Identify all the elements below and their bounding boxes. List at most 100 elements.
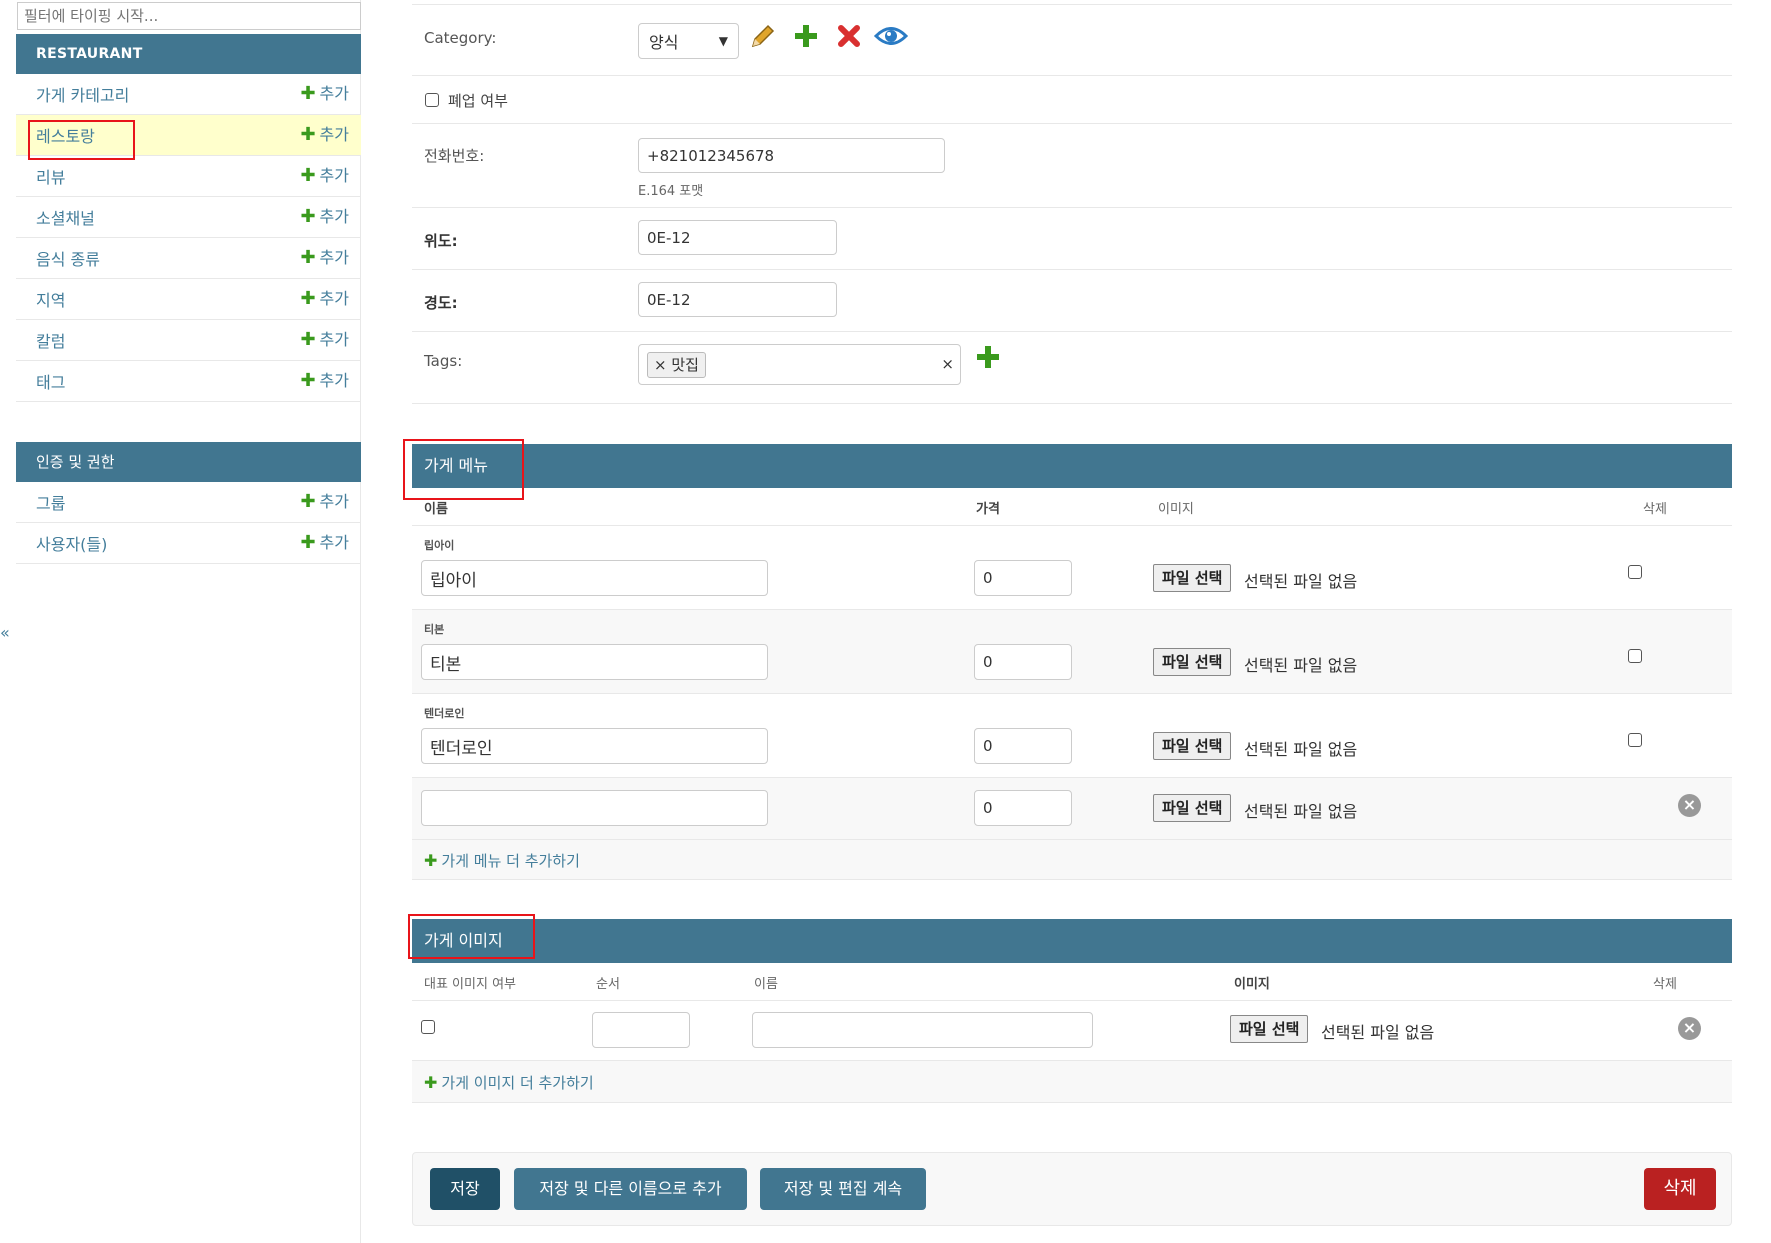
save-continue-button[interactable]: 저장 및 편집 계속 — [760, 1168, 926, 1210]
sidebar-item-label[interactable]: 태그 — [36, 369, 65, 393]
sidebar-item-social-channel[interactable]: 소셜채널 ✚ 추가 — [16, 197, 361, 238]
menu-name-input[interactable]: 립아이 — [421, 560, 768, 596]
sidebar-item-users[interactable]: 사용자(들) ✚ 추가 — [16, 523, 361, 564]
chevron-down-icon: ▼ — [718, 34, 728, 48]
remove-row-icon[interactable]: × — [1678, 1017, 1701, 1040]
is-main-image-checkbox[interactable] — [421, 1020, 435, 1034]
plus-icon: ✚ — [300, 491, 316, 512]
sidebar-add-link[interactable]: ✚ 추가 — [300, 115, 349, 155]
view-related-eye-icon[interactable] — [874, 23, 908, 49]
file-status-text: 선택된 파일 없음 — [1244, 572, 1358, 591]
sidebar-item-label[interactable]: 사용자(들) — [36, 531, 107, 555]
sidebar-add-link[interactable]: ✚ 추가 — [300, 156, 349, 196]
longitude-label: 경도: — [424, 294, 458, 312]
field-row-phone: 전화번호: +821012345678 E.164 포맷 — [412, 124, 1732, 208]
latitude-input[interactable]: 0E-12 — [638, 220, 837, 255]
sidebar-item-label[interactable]: 그룹 — [36, 490, 65, 514]
file-status-text: 선택된 파일 없음 — [1244, 802, 1358, 821]
menu-price-input[interactable]: 0 — [974, 790, 1072, 826]
pencil-icon[interactable] — [748, 21, 778, 51]
module-header-auth[interactable]: 인증 및 권한 — [16, 442, 361, 482]
menu-delete-checkbox[interactable] — [1628, 565, 1642, 579]
menu-inline-columns: 이름 가격 이미지 삭제 — [412, 488, 1732, 526]
sidebar-collapse-toggle[interactable]: « — [0, 623, 10, 642]
menu-price-input[interactable]: 0 — [974, 560, 1072, 596]
menu-name-value: 티본 — [430, 654, 462, 675]
file-choose-button[interactable]: 파일 선택 — [1153, 794, 1232, 822]
field-row-latitude: 위도: 0E-12 — [412, 208, 1732, 270]
tags-select2-input[interactable]: × 맛집 × — [638, 344, 961, 385]
module-restaurant: RESTAURANT 가게 카테고리 ✚ 추가 레스토랑 ✚ 추가 리뷰 ✚ 추가 소… — [16, 34, 361, 402]
sidebar-item-label[interactable]: 칼럼 — [36, 328, 65, 352]
image-col-delete: 삭제 — [1653, 977, 1677, 992]
file-choose-button[interactable]: 파일 선택 — [1153, 648, 1232, 676]
sidebar-add-link[interactable]: ✚ 추가 — [300, 197, 349, 237]
sidebar-item-label[interactable]: 음식 종류 — [36, 246, 100, 270]
sidebar-add-link[interactable]: ✚ 추가 — [300, 320, 349, 360]
phone-input[interactable]: +821012345678 — [638, 138, 945, 173]
menu-delete-checkbox[interactable] — [1628, 649, 1642, 663]
menu-name-input[interactable] — [421, 790, 768, 826]
sidebar-item-food-type[interactable]: 음식 종류 ✚ 추가 — [16, 238, 361, 279]
sidebar-item-label[interactable]: 가게 카테고리 — [36, 82, 129, 106]
file-choose-button[interactable]: 파일 선택 — [1153, 564, 1232, 592]
menu-delete-checkbox[interactable] — [1628, 733, 1642, 747]
delete-related-x-icon[interactable] — [836, 23, 862, 49]
file-status-text: 선택된 파일 없음 — [1244, 740, 1358, 759]
file-choose-button[interactable]: 파일 선택 — [1230, 1015, 1309, 1043]
tags-clear-icon[interactable]: × — [941, 355, 954, 373]
category-label: Category: — [424, 29, 497, 47]
image-inline-columns: 대표 이미지 여부 순서 이름 이미지 삭제 — [412, 963, 1732, 1001]
longitude-input[interactable]: 0E-12 — [638, 282, 837, 317]
add-image-link[interactable]: ✚ 가게 이미지 더 추가하기 — [424, 1072, 594, 1093]
menu-row: 티본 티본 0 파일 선택 선택된 파일 없음 — [412, 610, 1732, 694]
remove-row-icon[interactable]: × — [1678, 794, 1701, 817]
sidebar-item-label[interactable]: 소셜채널 — [36, 205, 95, 229]
sidebar-add-link[interactable]: ✚ 추가 — [300, 482, 349, 522]
save-button[interactable]: 저장 — [430, 1168, 500, 1210]
sidebar-add-link[interactable]: ✚ 추가 — [300, 238, 349, 278]
latitude-input-value: 0E-12 — [647, 228, 691, 247]
closed-checkbox[interactable] — [425, 93, 439, 107]
menu-price-input[interactable]: 0 — [974, 728, 1072, 764]
image-col-name: 이름 — [754, 977, 778, 992]
menu-name-input[interactable]: 티본 — [421, 644, 768, 680]
image-name-input[interactable] — [752, 1012, 1093, 1048]
category-select-value: 양식 — [649, 33, 679, 52]
sidebar-add-link[interactable]: ✚ 추가 — [300, 74, 349, 114]
menu-col-price: 가격 — [976, 502, 1000, 517]
sidebar-item-store-category[interactable]: 가게 카테고리 ✚ 추가 — [16, 74, 361, 115]
phone-help-text: E.164 포맷 — [638, 184, 704, 199]
menu-row-title: 티본 — [424, 623, 445, 636]
tag-chip[interactable]: × 맛집 — [647, 352, 706, 378]
file-choose-button[interactable]: 파일 선택 — [1153, 732, 1232, 760]
save-add-another-button[interactable]: 저장 및 다른 이름으로 추가 — [514, 1168, 747, 1210]
add-menu-link[interactable]: ✚ 가게 메뉴 더 추가하기 — [424, 850, 580, 871]
image-add-row: ✚ 가게 이미지 더 추가하기 — [412, 1061, 1732, 1103]
sidebar-item-label[interactable]: 지역 — [36, 287, 65, 311]
menu-row-new: 0 파일 선택 선택된 파일 없음 × — [412, 778, 1732, 840]
category-select[interactable]: 양식 ▼ — [638, 23, 739, 59]
sidebar-item-group[interactable]: 그룹 ✚ 추가 — [16, 482, 361, 523]
plus-icon: ✚ — [300, 329, 316, 350]
add-tag-plus-icon[interactable] — [974, 343, 1002, 371]
image-order-input[interactable] — [592, 1012, 690, 1048]
sidebar-item-review[interactable]: 리뷰 ✚ 추가 — [16, 156, 361, 197]
sidebar-add-link[interactable]: ✚ 추가 — [300, 523, 349, 563]
sidebar-add-link[interactable]: ✚ 추가 — [300, 279, 349, 319]
module-header-restaurant[interactable]: RESTAURANT — [16, 34, 361, 74]
menu-name-input[interactable]: 텐더로인 — [421, 728, 768, 764]
delete-button[interactable]: 삭제 — [1644, 1168, 1716, 1210]
add-related-plus-icon[interactable] — [792, 22, 820, 50]
menu-row-title: 텐더로인 — [424, 707, 465, 720]
highlight-box-image-inline — [408, 914, 535, 959]
tag-chip-remove-icon[interactable]: × — [654, 356, 667, 374]
field-row-longitude: 경도: 0E-12 — [412, 270, 1732, 332]
sidebar-item-tag[interactable]: 태그 ✚ 추가 — [16, 361, 361, 402]
sidebar-item-column[interactable]: 칼럼 ✚ 추가 — [16, 320, 361, 361]
sidebar-add-link[interactable]: ✚ 추가 — [300, 361, 349, 401]
sidebar-filter-input[interactable] — [17, 2, 361, 30]
menu-price-input[interactable]: 0 — [974, 644, 1072, 680]
sidebar-item-region[interactable]: 지역 ✚ 추가 — [16, 279, 361, 320]
sidebar-item-label[interactable]: 리뷰 — [36, 164, 65, 188]
